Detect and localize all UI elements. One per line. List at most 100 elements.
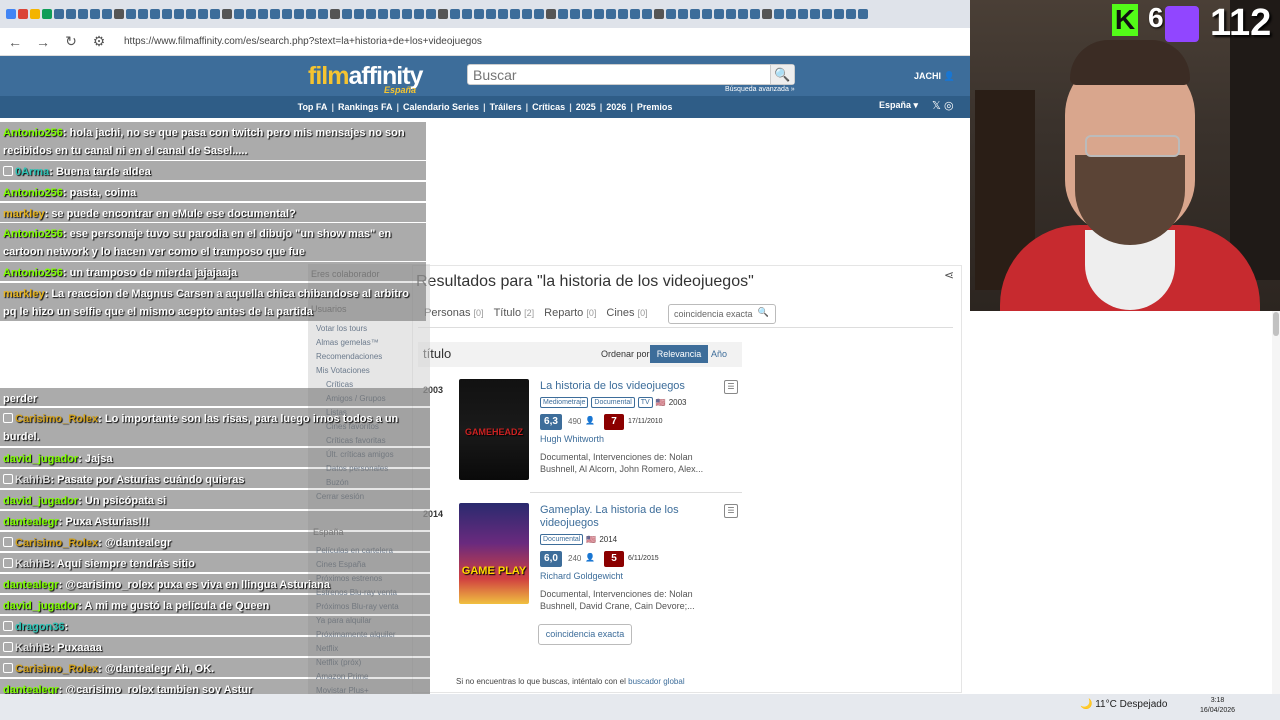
tab-favicon-icon[interactable] <box>210 9 220 19</box>
tab-favicon-icon[interactable] <box>522 9 532 19</box>
tab-favicon-icon[interactable] <box>546 9 556 19</box>
tab-favicon-icon[interactable] <box>282 9 292 19</box>
tab-favicon-icon[interactable] <box>318 9 328 19</box>
chat-username[interactable]: dragon36 <box>15 621 65 633</box>
search-input[interactable] <box>468 65 768 84</box>
tab-favicon-icon[interactable] <box>810 9 820 19</box>
chat-username[interactable]: Antonio256 <box>3 127 63 139</box>
tab-favicon-icon[interactable] <box>378 9 388 19</box>
nav-link-0[interactable]: Top FA <box>298 102 328 112</box>
tab-favicon-icon[interactable] <box>618 9 628 19</box>
tab-favicon-icon[interactable] <box>402 9 412 19</box>
chat-username[interactable]: KahhB <box>15 474 50 486</box>
country-selector[interactable]: España ▾ <box>879 100 918 111</box>
tab-favicon-icon[interactable] <box>174 9 184 19</box>
chat-username[interactable]: dantealegr <box>3 579 59 591</box>
chat-username[interactable]: Antonio256 <box>3 267 63 279</box>
add-to-list-icon[interactable]: ☰ <box>724 380 738 394</box>
tab-favicon-icon[interactable] <box>714 9 724 19</box>
tab-favicon-icon[interactable] <box>366 9 376 19</box>
tab-favicon-icon[interactable] <box>6 9 16 19</box>
weather-widget[interactable]: 🌙 11°C Despejado <box>1080 699 1167 710</box>
chat-username[interactable]: Antonio256 <box>3 228 63 240</box>
nav-link-7[interactable]: Premios <box>637 102 673 112</box>
tab-favicon-icon[interactable] <box>30 9 40 19</box>
chat-username[interactable]: Carisimo_Rolex <box>15 537 98 549</box>
tab-favicon-icon[interactable] <box>498 9 508 19</box>
x-icon[interactable]: 𝕏 <box>932 100 941 112</box>
nav-link-3[interactable]: Tráilers <box>490 102 522 112</box>
exact-match-button[interactable]: coincidencia exacta <box>538 624 632 645</box>
tab-favicon-icon[interactable] <box>294 9 304 19</box>
sort-year-button[interactable]: Año <box>711 349 727 359</box>
tab-favicon-icon[interactable] <box>354 9 364 19</box>
forward-icon[interactable]: → <box>36 34 50 50</box>
tab-favicon-icon[interactable] <box>774 9 784 19</box>
tab-favicon-icon[interactable] <box>426 9 436 19</box>
tab-favicon-icon[interactable] <box>846 9 856 19</box>
user-menu[interactable]: JACHI 👤 <box>914 71 955 82</box>
tab-favicon-icon[interactable] <box>138 9 148 19</box>
chat-username[interactable]: Antonio256 <box>3 187 63 199</box>
nav-link-5[interactable]: 2025 <box>576 102 596 112</box>
tab-favicon-icon[interactable] <box>198 9 208 19</box>
tab-favicon-icon[interactable] <box>186 9 196 19</box>
tab-favicon-icon[interactable] <box>414 9 424 19</box>
tab-favicon-icon[interactable] <box>78 9 88 19</box>
tab-favicon-icon[interactable] <box>594 9 604 19</box>
tab-favicon-icon[interactable] <box>330 9 340 19</box>
tab-favicon-icon[interactable] <box>534 9 544 19</box>
chat-username[interactable]: 0Arma <box>15 166 49 178</box>
tab-favicon-icon[interactable] <box>702 9 712 19</box>
add-to-list-icon[interactable]: ☰ <box>724 504 738 518</box>
tab-favicon-icon[interactable] <box>90 9 100 19</box>
nav-link-6[interactable]: 2026 <box>606 102 626 112</box>
tab-favicon-icon[interactable] <box>642 9 652 19</box>
tab-favicon-icon[interactable] <box>738 9 748 19</box>
movie-poster[interactable]: GAMEHEADZ <box>459 379 529 480</box>
tab-favicon-icon[interactable] <box>858 9 868 19</box>
tab-favicon-icon[interactable] <box>630 9 640 19</box>
tab-favicon-icon[interactable] <box>462 9 472 19</box>
tab-favicon-icon[interactable] <box>510 9 520 19</box>
tab-favicon-icon[interactable] <box>558 9 568 19</box>
menu-item[interactable]: Mis Votaciones <box>316 366 370 375</box>
tab-favicon-icon[interactable] <box>66 9 76 19</box>
tab-favicon-icon[interactable] <box>234 9 244 19</box>
reload-icon[interactable]: ↻ <box>64 33 78 50</box>
tab-favicon-icon[interactable] <box>474 9 484 19</box>
tab-favicon-icon[interactable] <box>822 9 832 19</box>
tab-favicon-icon[interactable] <box>450 9 460 19</box>
tab-favicon-icon[interactable] <box>342 9 352 19</box>
tab-favicon-icon[interactable] <box>678 9 688 19</box>
movie-director[interactable]: Hugh Whitworth <box>540 434 604 444</box>
scrollbar[interactable] <box>1272 311 1280 694</box>
tab-reparto[interactable]: Reparto [0] <box>544 307 596 319</box>
sort-relevance-button[interactable]: Relevancia <box>650 345 708 363</box>
tab-favicon-icon[interactable] <box>126 9 136 19</box>
tab-favicon-icon[interactable] <box>162 9 172 19</box>
tab-favicon-icon[interactable] <box>54 9 64 19</box>
tab-favicon-icon[interactable] <box>786 9 796 19</box>
tab-favicon-icon[interactable] <box>114 9 124 19</box>
chat-username[interactable]: markley <box>3 208 45 220</box>
movie-poster[interactable]: GAME PLAY <box>459 503 529 604</box>
chat-username[interactable]: KahhB <box>15 558 50 570</box>
tab-favicon-icon[interactable] <box>750 9 760 19</box>
genre-tag[interactable]: TV <box>637 397 653 408</box>
advanced-search-link[interactable]: Búsqueda avanzada » <box>725 86 795 93</box>
genre-tag[interactable]: Documental <box>591 397 635 408</box>
tab-favicon-icon[interactable] <box>18 9 28 19</box>
tab-favicon-icon[interactable] <box>150 9 160 19</box>
tab-favicon-icon[interactable] <box>834 9 844 19</box>
site-info-icon[interactable]: ⚙ <box>92 33 106 50</box>
genre-tag[interactable]: Mediometraje <box>540 397 589 408</box>
url-field[interactable]: https://www.filmaffinity.com/es/search.p… <box>124 36 482 47</box>
movie-title[interactable]: Gameplay. La historia de los videojuegos <box>540 504 715 530</box>
nav-link-4[interactable]: Críticas <box>532 102 565 112</box>
tab-strip[interactable] <box>0 0 970 28</box>
movie-title[interactable]: La historia de los videojuegos <box>540 380 715 393</box>
taskbar-clock[interactable]: 3:18 16/04/2026 <box>1200 696 1235 716</box>
chat-username[interactable]: KahhB <box>15 642 50 654</box>
tab-favicon-icon[interactable] <box>390 9 400 19</box>
